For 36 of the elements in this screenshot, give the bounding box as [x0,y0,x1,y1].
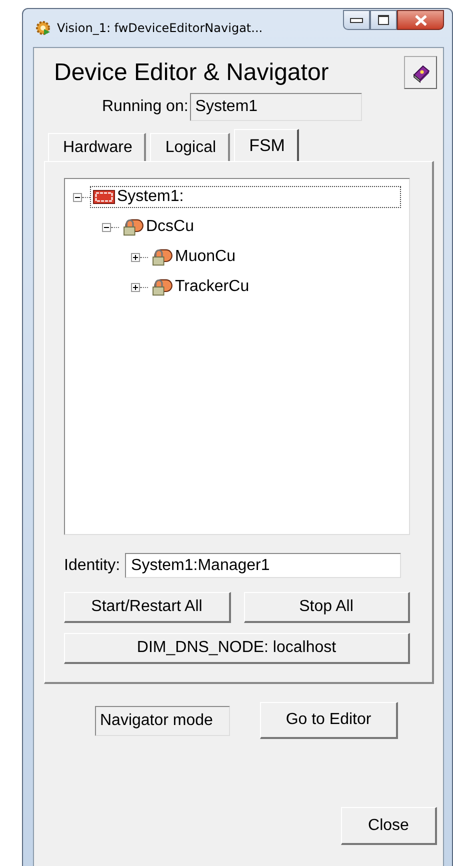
lock-icon [122,218,144,236]
expand-icon[interactable] [131,252,140,262]
close-dialog-button[interactable]: Close [341,807,437,845]
tree-item[interactable]: System1: [90,186,401,208]
field-label: Identity: [64,556,120,574]
system-icon [93,188,115,206]
window-title: Vision_1: fwDeviceEditorNavigat... [57,21,264,35]
field-label: Running on: [102,98,188,116]
panel-title: Device Editor & Navigator [54,58,329,86]
tab[interactable]: Logical [150,133,230,161]
book-icon [410,62,430,82]
minimize-icon [350,18,363,22]
action-button[interactable]: Start/Restart All [64,592,230,623]
maximize-icon [378,15,389,25]
lock-icon [151,278,173,296]
close-button[interactable] [397,10,444,30]
expand-icon[interactable] [131,282,140,292]
tree-item[interactable]: TrackerCu [148,276,252,298]
action-button[interactable]: Stop All [244,592,410,623]
identity-field[interactable]: System1:Manager1 [125,553,402,578]
mode-field: Navigator mode [95,706,230,736]
go-to-editor-button[interactable]: Go to Editor [260,702,398,739]
lock-icon [151,248,173,266]
dns-button[interactable]: DIM_DNS_NODE: localhost [64,633,410,664]
tree-item[interactable]: MuonCu [148,246,238,268]
maximize-button[interactable] [370,10,397,30]
gear-icon [35,20,51,36]
help-button[interactable] [404,56,437,89]
collapse-icon[interactable] [73,192,82,202]
close-icon [414,14,426,26]
tree-item[interactable]: DcsCu [119,216,198,238]
tab[interactable]: Hardware [48,133,146,161]
running-on-field: System1 [190,93,362,121]
collapse-icon[interactable] [102,222,111,232]
tab[interactable]: FSM [234,129,299,161]
minimize-button[interactable] [343,10,370,30]
